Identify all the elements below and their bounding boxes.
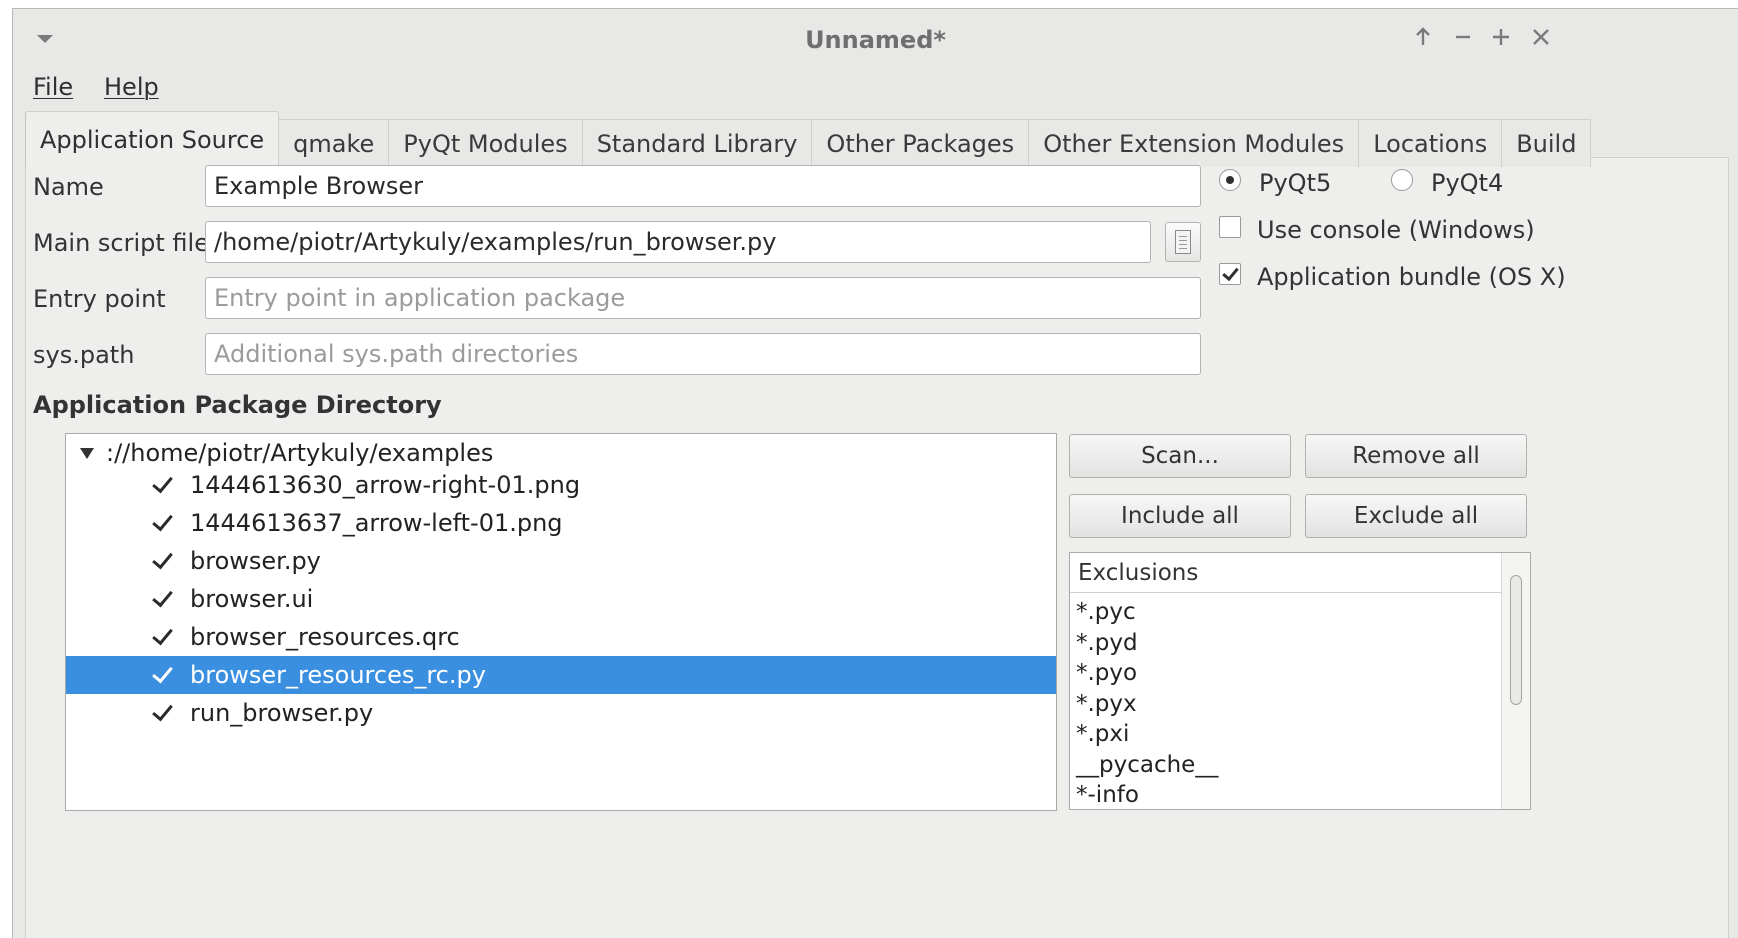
exclusion-item[interactable]: *.pxi (1076, 719, 1218, 750)
pyqt5-label: PyQt5 (1259, 169, 1332, 197)
menu-file[interactable]: File (33, 73, 73, 101)
exclusion-item[interactable]: __pycache__ (1076, 750, 1218, 781)
remove-all-button[interactable]: Remove all (1305, 434, 1527, 478)
maximize-icon[interactable] (1487, 23, 1515, 51)
checkbox-checked-icon[interactable] (150, 625, 174, 649)
use-console-label: Use console (Windows) (1257, 216, 1535, 244)
pyqt4-radio[interactable] (1391, 169, 1413, 191)
tree-root-item[interactable]: ://home/piotr/Artykuly/examples (80, 438, 493, 468)
menu-bar: File Help (13, 65, 1738, 111)
keep-above-icon[interactable] (1409, 23, 1437, 51)
tab-build[interactable]: Build (1502, 119, 1592, 167)
checkbox-checked-icon[interactable] (150, 473, 174, 497)
exclusions-list[interactable]: Exclusions *.pyc *.pyd *.pyo *.pyx *.pxi… (1069, 552, 1531, 810)
entry-point-label: Entry point (33, 285, 166, 313)
scan-button[interactable]: Scan... (1069, 434, 1291, 478)
app-bundle-label: Application bundle (OS X) (1257, 263, 1566, 291)
tree-root-label: ://home/piotr/Artykuly/examples (106, 439, 494, 467)
checkbox-checked-icon[interactable] (150, 549, 174, 573)
package-dir-heading: Application Package Directory (33, 391, 442, 419)
name-field[interactable] (205, 165, 1201, 207)
tree-file-row[interactable]: 1444613637_arrow-left-01.png (66, 504, 1056, 542)
minimize-icon[interactable] (1449, 23, 1477, 51)
tree-file-row[interactable]: browser_resources.qrc (66, 618, 1056, 656)
exclusion-item[interactable]: *.pyd (1076, 628, 1218, 659)
checkbox-checked-icon[interactable] (150, 511, 174, 535)
name-label: Name (33, 173, 104, 201)
exclusion-item[interactable]: *.pyx (1076, 689, 1218, 720)
syspath-field[interactable] (205, 333, 1201, 375)
tab-pyqt-modules[interactable]: PyQt Modules (389, 119, 583, 167)
title-bar: Unnamed* (13, 9, 1738, 65)
tree-file-row-selected[interactable]: browser_resources_rc.py (66, 656, 1056, 694)
entry-point-field[interactable] (205, 277, 1201, 319)
checkbox-checked-icon[interactable] (150, 587, 174, 611)
checkbox-checked-icon[interactable] (150, 663, 174, 687)
include-all-button[interactable]: Include all (1069, 494, 1291, 538)
document-icon (1175, 230, 1191, 254)
tab-application-source[interactable]: Application Source (25, 111, 280, 167)
tab-locations[interactable]: Locations (1359, 119, 1503, 167)
pyqt5-radio[interactable] (1219, 169, 1241, 191)
pyqt4-label: PyQt4 (1431, 169, 1504, 197)
app-bundle-checkbox[interactable] (1219, 263, 1241, 285)
exclusion-item[interactable]: *-info (1076, 780, 1218, 809)
tree-file-row[interactable]: 1444613630_arrow-right-01.png (66, 466, 1056, 504)
main-script-field[interactable] (205, 221, 1151, 263)
menu-help[interactable]: Help (104, 73, 159, 101)
exclusion-item[interactable]: *.pyc (1076, 597, 1218, 628)
tab-other-packages[interactable]: Other Packages (812, 119, 1030, 167)
tree-file-row[interactable]: browser.ui (66, 580, 1056, 618)
expand-arrow-icon[interactable] (80, 447, 94, 459)
scrollbar-thumb[interactable] (1510, 575, 1522, 705)
checkbox-checked-icon[interactable] (150, 701, 174, 725)
tab-standard-library[interactable]: Standard Library (582, 119, 813, 167)
tree-file-row[interactable]: browser.py (66, 542, 1056, 580)
window-title: Unnamed* (805, 26, 946, 54)
syspath-label: sys.path (33, 341, 135, 369)
exclude-all-button[interactable]: Exclude all (1305, 494, 1527, 538)
browse-script-button[interactable] (1165, 222, 1201, 262)
exclusion-item[interactable]: *.pyo (1076, 658, 1218, 689)
use-console-checkbox[interactable] (1219, 216, 1241, 238)
package-tree[interactable]: ://home/piotr/Artykuly/examples 14446136… (65, 433, 1057, 811)
tab-other-extension-modules[interactable]: Other Extension Modules (1029, 119, 1360, 167)
main-script-label: Main script file (33, 229, 209, 257)
exclusions-scrollbar[interactable] (1501, 553, 1530, 809)
exclusions-header: Exclusions (1070, 553, 1502, 593)
tab-bar: Application Source qmake PyQt Modules St… (25, 107, 1592, 167)
close-icon[interactable] (1527, 23, 1555, 51)
tree-file-row[interactable]: run_browser.py (66, 694, 1056, 732)
main-window: Unnamed* File Help Application Source qm… (12, 8, 1738, 938)
tab-qmake[interactable]: qmake (279, 119, 390, 167)
